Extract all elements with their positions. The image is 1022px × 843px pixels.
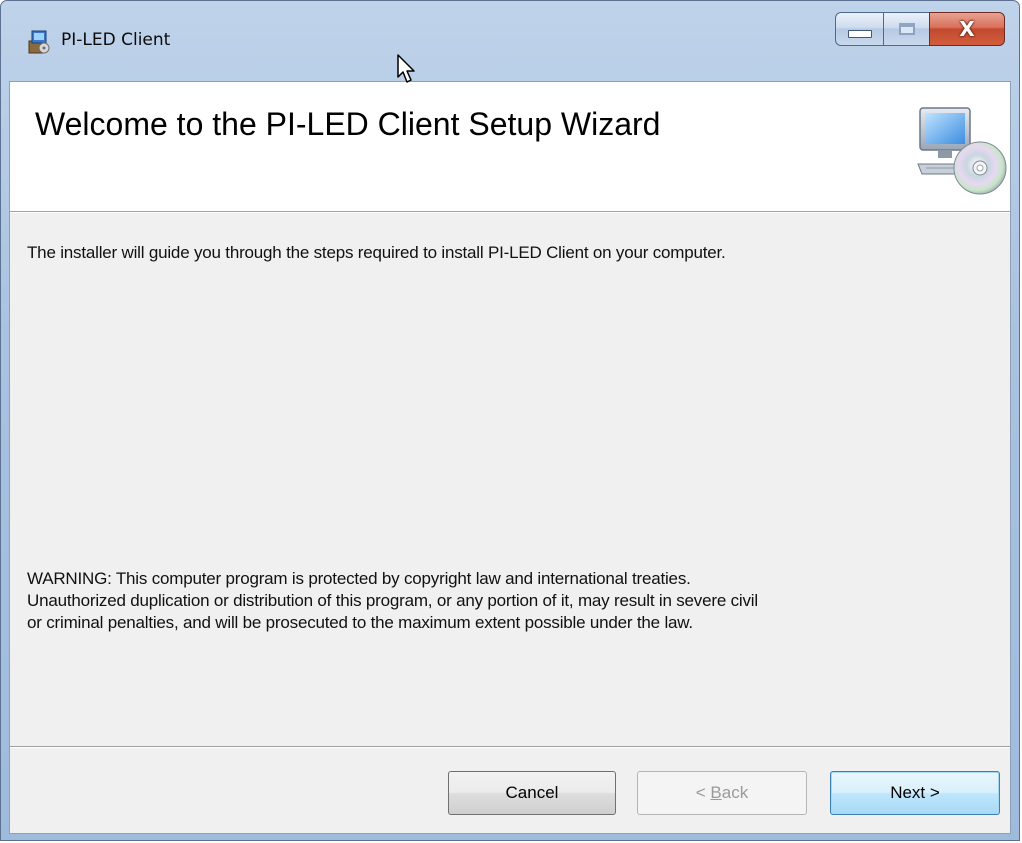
back-button-prefix: < xyxy=(695,783,711,802)
title-bar[interactable]: PI-LED Client X xyxy=(1,1,1019,81)
warning-line: WARNING: This computer program is protec… xyxy=(27,569,691,588)
wizard-banner: Welcome to the PI-LED Client Setup Wizar… xyxy=(10,82,1010,212)
close-icon: X xyxy=(959,17,975,41)
computer-cd-icon xyxy=(917,107,1007,195)
caption-buttons: X xyxy=(835,12,1005,48)
installer-app-icon xyxy=(28,30,50,54)
warning-line: Unauthorized duplication or distribution… xyxy=(27,591,758,610)
intro-text: The installer will guide you through the… xyxy=(27,243,726,262)
minimize-icon xyxy=(847,30,872,38)
back-button: < Back xyxy=(637,771,807,815)
back-button-accelerator: B xyxy=(710,783,722,802)
warning-line: or criminal penalties, and will be prose… xyxy=(27,613,693,632)
maximize-button xyxy=(883,12,929,46)
cancel-button[interactable]: Cancel xyxy=(448,771,616,815)
footer-divider-highlight xyxy=(10,747,1010,748)
next-button[interactable]: Next > xyxy=(830,771,1000,815)
back-button-label: ack xyxy=(721,783,749,802)
mouse-cursor-icon xyxy=(397,54,415,83)
window-title: PI-LED Client xyxy=(61,30,171,50)
page-title: Welcome to the PI-LED Client Setup Wizar… xyxy=(35,106,661,142)
copyright-warning: WARNING: This computer program is protec… xyxy=(27,568,997,634)
wizard-client-area: Welcome to the PI-LED Client Setup Wizar… xyxy=(9,81,1011,834)
maximize-icon xyxy=(898,23,915,35)
banner-divider xyxy=(10,212,1010,213)
installer-window: PI-LED Client X Welcome to the PI-LED Cl… xyxy=(0,0,1020,841)
minimize-button[interactable] xyxy=(835,12,883,46)
close-button[interactable]: X xyxy=(929,12,1005,46)
